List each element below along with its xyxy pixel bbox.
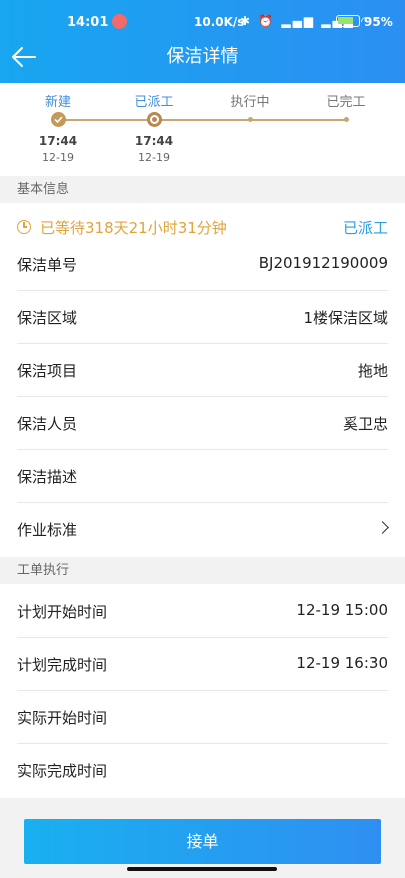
row-value: BJ201912190009 [258, 254, 388, 272]
row-value: 12-19 15:00 [296, 601, 388, 619]
row-description: 保洁描述 [0, 450, 405, 503]
row-value: 1楼保洁区域 [303, 309, 388, 327]
notification-icon [112, 14, 127, 29]
step-time-new: 17:44 [38, 134, 78, 148]
row-label: 实际开始时间 [17, 709, 108, 727]
step-dot-in-progress [248, 117, 253, 122]
wait-duration: 已等待318天21小时31分钟 [40, 219, 227, 237]
accept-order-button[interactable]: 接单 [24, 819, 381, 864]
row-label: 保洁人员 [17, 415, 78, 433]
row-label: 计划完成时间 [17, 656, 108, 674]
row-value: 拖地 [357, 362, 388, 380]
network-speed: 10.0K/s [194, 15, 245, 29]
clock-icon [17, 220, 31, 234]
home-indicator[interactable] [127, 867, 277, 871]
row-label: 保洁项目 [17, 362, 78, 380]
row-label: 计划开始时间 [17, 603, 108, 621]
step-dot-completed [344, 117, 349, 122]
section-execution: 工单执行 [0, 557, 405, 584]
row-actual-end: 实际完成时间 [0, 744, 405, 797]
row-label: 保洁区域 [17, 309, 78, 327]
step-time-dispatched: 17:44 [134, 134, 174, 148]
row-label: 作业标准 [17, 521, 78, 539]
progress-line [58, 119, 346, 121]
step-label-in-progress: 执行中 [230, 95, 270, 110]
footer: 接单 [0, 798, 405, 878]
step-label-new: 新建 [44, 95, 71, 110]
step-label-dispatched: 已派工 [134, 95, 174, 110]
row-label: 保洁描述 [17, 468, 78, 486]
status-bar: 14:01 10.0K/s ✱ ⏰ ▂▄▆ ▂▄▆ ◠ 95% [0, 0, 405, 44]
row-label: 保洁单号 [17, 256, 78, 274]
page-title: 保洁详情 [166, 46, 239, 67]
chevron-right-icon [376, 521, 389, 534]
row-actual-start: 实际开始时间 [0, 691, 405, 744]
current-step-icon [147, 112, 162, 127]
row-area: 保洁区域 1楼保洁区域 [0, 291, 405, 344]
row-label: 实际完成时间 [17, 762, 108, 780]
progress-stepper: 新建 已派工 执行中 已完工 17:44 12-19 17:44 12-19 [0, 83, 405, 176]
app-header: 14:01 10.0K/s ✱ ⏰ ▂▄▆ ▂▄▆ ◠ 95% 保洁详情 [0, 0, 405, 83]
row-plan-start: 计划开始时间 12-19 15:00 [0, 585, 405, 638]
status-badge: 已派工 [342, 219, 388, 237]
status-time: 14:01 [67, 15, 109, 30]
check-icon [51, 112, 66, 127]
row-value: 12-19 16:30 [296, 654, 388, 672]
row-item: 保洁项目 拖地 [0, 344, 405, 397]
section-basic-info: 基本信息 [0, 176, 405, 203]
step-date-dispatched: 12-19 [138, 151, 170, 164]
battery-percent: 95% [364, 15, 393, 29]
row-plan-end: 计划完成时间 12-19 16:30 [0, 638, 405, 691]
step-date-new: 12-19 [42, 151, 74, 164]
row-value: 奚卫忠 [342, 415, 388, 433]
row-order-number: 保洁单号 BJ201912190009 [0, 238, 405, 291]
step-label-completed: 已完工 [326, 95, 366, 110]
row-work-standard[interactable]: 作业标准 [0, 503, 405, 556]
battery-icon [336, 15, 360, 27]
row-staff: 保洁人员 奚卫忠 [0, 397, 405, 450]
